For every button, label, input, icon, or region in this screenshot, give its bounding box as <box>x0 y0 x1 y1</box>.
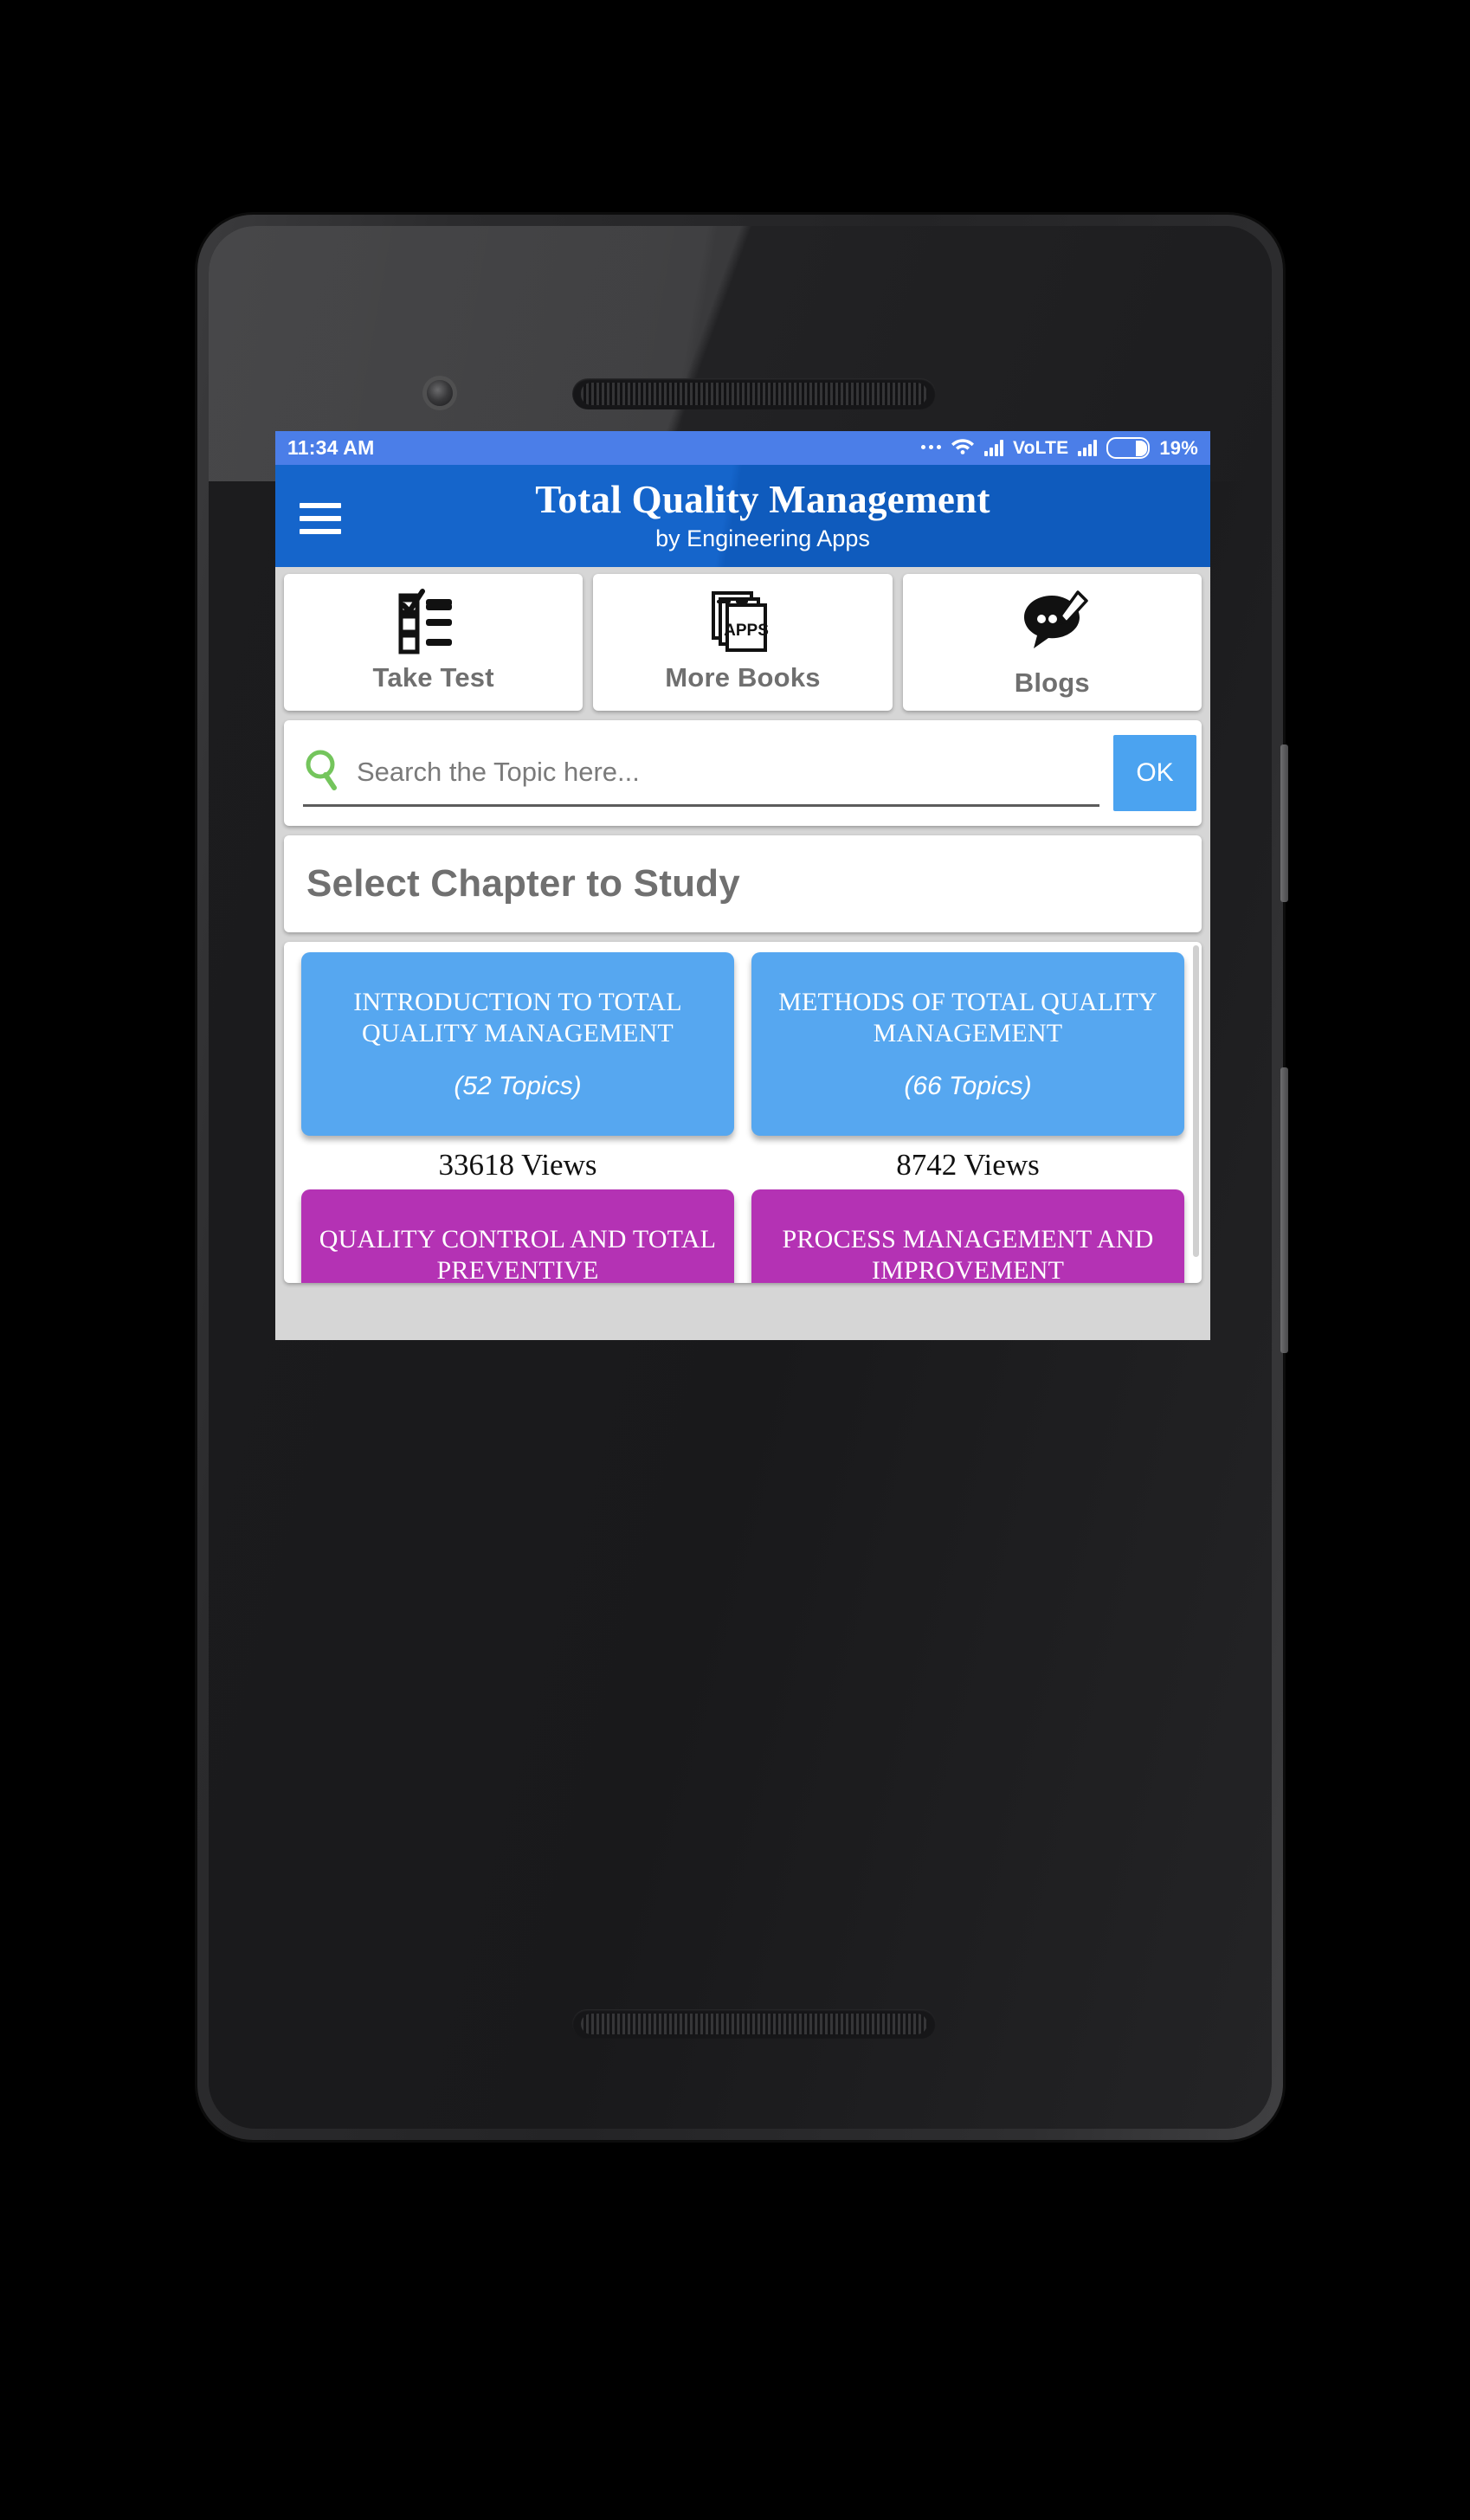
chapter-title: PROCESS MANAGEMENT AND IMPROVEMENT <box>782 1225 1154 1283</box>
chapter-tile[interactable]: PROCESS MANAGEMENT AND IMPROVEMENT (39 T… <box>751 1189 1184 1283</box>
chapter-topic-count: (66 Topics) <box>904 1072 1032 1100</box>
chapter-tile[interactable]: METHODS OF TOTAL QUALITY MANAGEMENT (66 … <box>751 952 1184 1136</box>
volte-icon: VoLTE <box>1012 437 1069 458</box>
search-card: OK <box>284 720 1202 826</box>
signal-icon <box>983 440 1003 456</box>
page-subtitle: by Engineering Apps <box>655 525 870 551</box>
chapter-tile[interactable]: QUALITY CONTROL AND TOTAL PREVENTIVE (44… <box>301 1189 734 1283</box>
chapter-title: INTRODUCTION TO TOTAL QUALITY MANAGEMENT <box>353 988 682 1047</box>
chapter-tile[interactable]: INTRODUCTION TO TOTAL QUALITY MANAGEMENT… <box>301 952 734 1136</box>
quick-actions-row: Take Test APPS More Books Blogs <box>284 574 1202 711</box>
chapter-cell: PROCESS MANAGEMENT AND IMPROVEMENT (39 T… <box>743 1189 1193 1283</box>
vertical-scrollbar[interactable] <box>1193 945 1199 1257</box>
more-dots-icon <box>920 444 941 452</box>
chapter-list-card: INTRODUCTION TO TOTAL QUALITY MANAGEMENT… <box>284 942 1202 1283</box>
chapter-views: 33618 Views <box>438 1148 597 1182</box>
battery-percent-label: 19% <box>1159 436 1198 459</box>
blog-pen-speech-bubble-icon <box>1015 586 1089 659</box>
search-ok-button[interactable]: OK <box>1113 735 1196 811</box>
chapter-topic-count: (52 Topics) <box>454 1072 582 1100</box>
page-title: Total Quality Management <box>535 478 990 521</box>
chapter-grid: INTRODUCTION TO TOTAL QUALITY MANAGEMENT… <box>284 952 1202 1283</box>
front-camera-icon <box>427 380 453 406</box>
select-chapter-heading: Select Chapter to Study <box>306 862 740 905</box>
battery-icon <box>1106 437 1151 459</box>
chapter-views: 8742 Views <box>896 1148 1040 1182</box>
svg-text:APPS: APPS <box>724 622 769 640</box>
volume-rocker-button[interactable] <box>1280 1067 1288 1353</box>
search-input[interactable] <box>355 755 1099 789</box>
signal-icon-2 <box>1078 440 1098 456</box>
phone-screen: 11:34 AM VoLTE 19% Total Quality Managem… <box>275 431 1210 1340</box>
wifi-icon <box>951 436 975 460</box>
take-test-button[interactable]: Take Test <box>284 574 583 711</box>
more-books-button[interactable]: APPS More Books <box>593 574 893 711</box>
checklist-icon <box>397 586 470 659</box>
content-area: Take Test APPS More Books Blogs Search t… <box>275 567 1210 1340</box>
search-field-wrapper <box>303 740 1099 807</box>
blogs-label: Blogs <box>1014 667 1090 698</box>
chapter-cell: QUALITY CONTROL AND TOTAL PREVENTIVE (44… <box>293 1189 743 1283</box>
chapter-title: QUALITY CONTROL AND TOTAL PREVENTIVE <box>319 1225 717 1283</box>
app-bar: Total Quality Management by Engineering … <box>275 465 1210 567</box>
more-books-label: More Books <box>665 662 821 693</box>
app-bar-text: Total Quality Management by Engineering … <box>275 477 1210 553</box>
blogs-button[interactable]: Blogs <box>902 574 1202 711</box>
search-magnifier-icon <box>303 748 343 796</box>
status-bar-time: 11:34 AM <box>287 436 375 459</box>
phone-device: 11:34 AM VoLTE 19% Total Quality Managem… <box>197 215 1288 2140</box>
screenshot-stage: 11:34 AM VoLTE 19% Total Quality Managem… <box>0 0 1470 2520</box>
phone-bezel: 11:34 AM VoLTE 19% Total Quality Managem… <box>209 226 1272 2129</box>
status-bar-icons: VoLTE 19% <box>920 436 1198 460</box>
chapter-cell: METHODS OF TOTAL QUALITY MANAGEMENT (66 … <box>743 952 1193 1183</box>
earpiece-speaker <box>572 378 936 409</box>
select-chapter-header-card: Select Chapter to Study <box>284 835 1202 932</box>
chapter-title: METHODS OF TOTAL QUALITY MANAGEMENT <box>778 988 1157 1047</box>
power-button[interactable] <box>1280 744 1288 902</box>
bottom-speaker <box>572 2009 936 2039</box>
status-bar: 11:34 AM VoLTE 19% <box>275 431 1210 465</box>
chapter-cell: INTRODUCTION TO TOTAL QUALITY MANAGEMENT… <box>293 952 743 1183</box>
apps-books-icon: APPS <box>706 586 779 659</box>
take-test-label: Take Test <box>372 662 494 693</box>
